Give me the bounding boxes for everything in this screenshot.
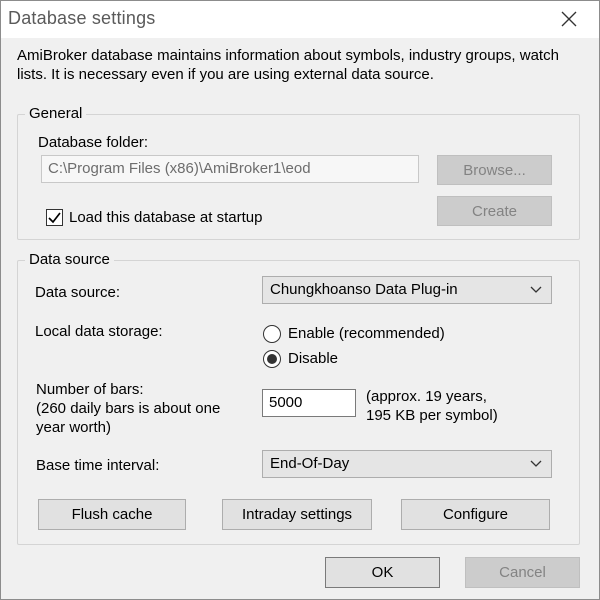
general-legend: General (25, 105, 87, 122)
data-source-value: Chungkhoanso Data Plug-in (270, 281, 458, 298)
data-source-label: Data source: (35, 284, 121, 301)
flush-cache-button[interactable]: Flush cache (38, 499, 186, 530)
chevron-down-icon (530, 286, 542, 293)
data-source-select[interactable]: Chungkhoanso Data Plug-in (262, 276, 552, 304)
disable-radio-label[interactable]: Disable (288, 350, 338, 367)
enable-radio-label[interactable]: Enable (recommended) (288, 325, 445, 342)
info-text: AmiBroker database maintains information… (17, 47, 559, 83)
browse-button[interactable]: Browse... (437, 155, 552, 185)
checkmark-icon (48, 212, 61, 224)
bars-approx-line1: (approx. 19 years, (366, 388, 487, 405)
close-icon[interactable] (556, 6, 582, 32)
chevron-down-icon (530, 460, 542, 467)
load-at-startup-label[interactable]: Load this database at startup (69, 209, 262, 226)
load-at-startup-checkbox[interactable] (46, 209, 63, 226)
local-data-storage-label: Local data storage: (35, 323, 163, 340)
number-of-bars-hint-line2: year worth) (36, 419, 112, 436)
configure-button[interactable]: Configure (401, 499, 550, 530)
ok-button[interactable]: OK (325, 557, 440, 588)
number-of-bars-input[interactable]: 5000 (262, 389, 356, 417)
cancel-button[interactable]: Cancel (465, 557, 580, 588)
base-time-interval-label: Base time interval: (36, 457, 160, 474)
data-source-legend: Data source (25, 251, 114, 268)
radio-selected-dot (267, 354, 277, 364)
number-of-bars-hint-line1: (260 daily bars is about one (36, 400, 221, 417)
window-title: Database settings (8, 8, 156, 28)
intraday-settings-button[interactable]: Intraday settings (222, 499, 372, 530)
base-time-interval-value: End-Of-Day (270, 455, 350, 472)
enable-radio[interactable] (263, 325, 281, 343)
number-of-bars-label: Number of bars: (36, 381, 144, 398)
disable-radio[interactable] (263, 350, 281, 368)
bars-approx-line2: 195 KB per symbol) (366, 407, 498, 424)
create-button[interactable]: Create (437, 196, 552, 226)
database-folder-field[interactable]: C:\Program Files (x86)\AmiBroker1\eod (41, 155, 419, 183)
base-time-interval-select[interactable]: End-Of-Day (262, 450, 552, 478)
database-folder-label: Database folder: (38, 134, 149, 151)
